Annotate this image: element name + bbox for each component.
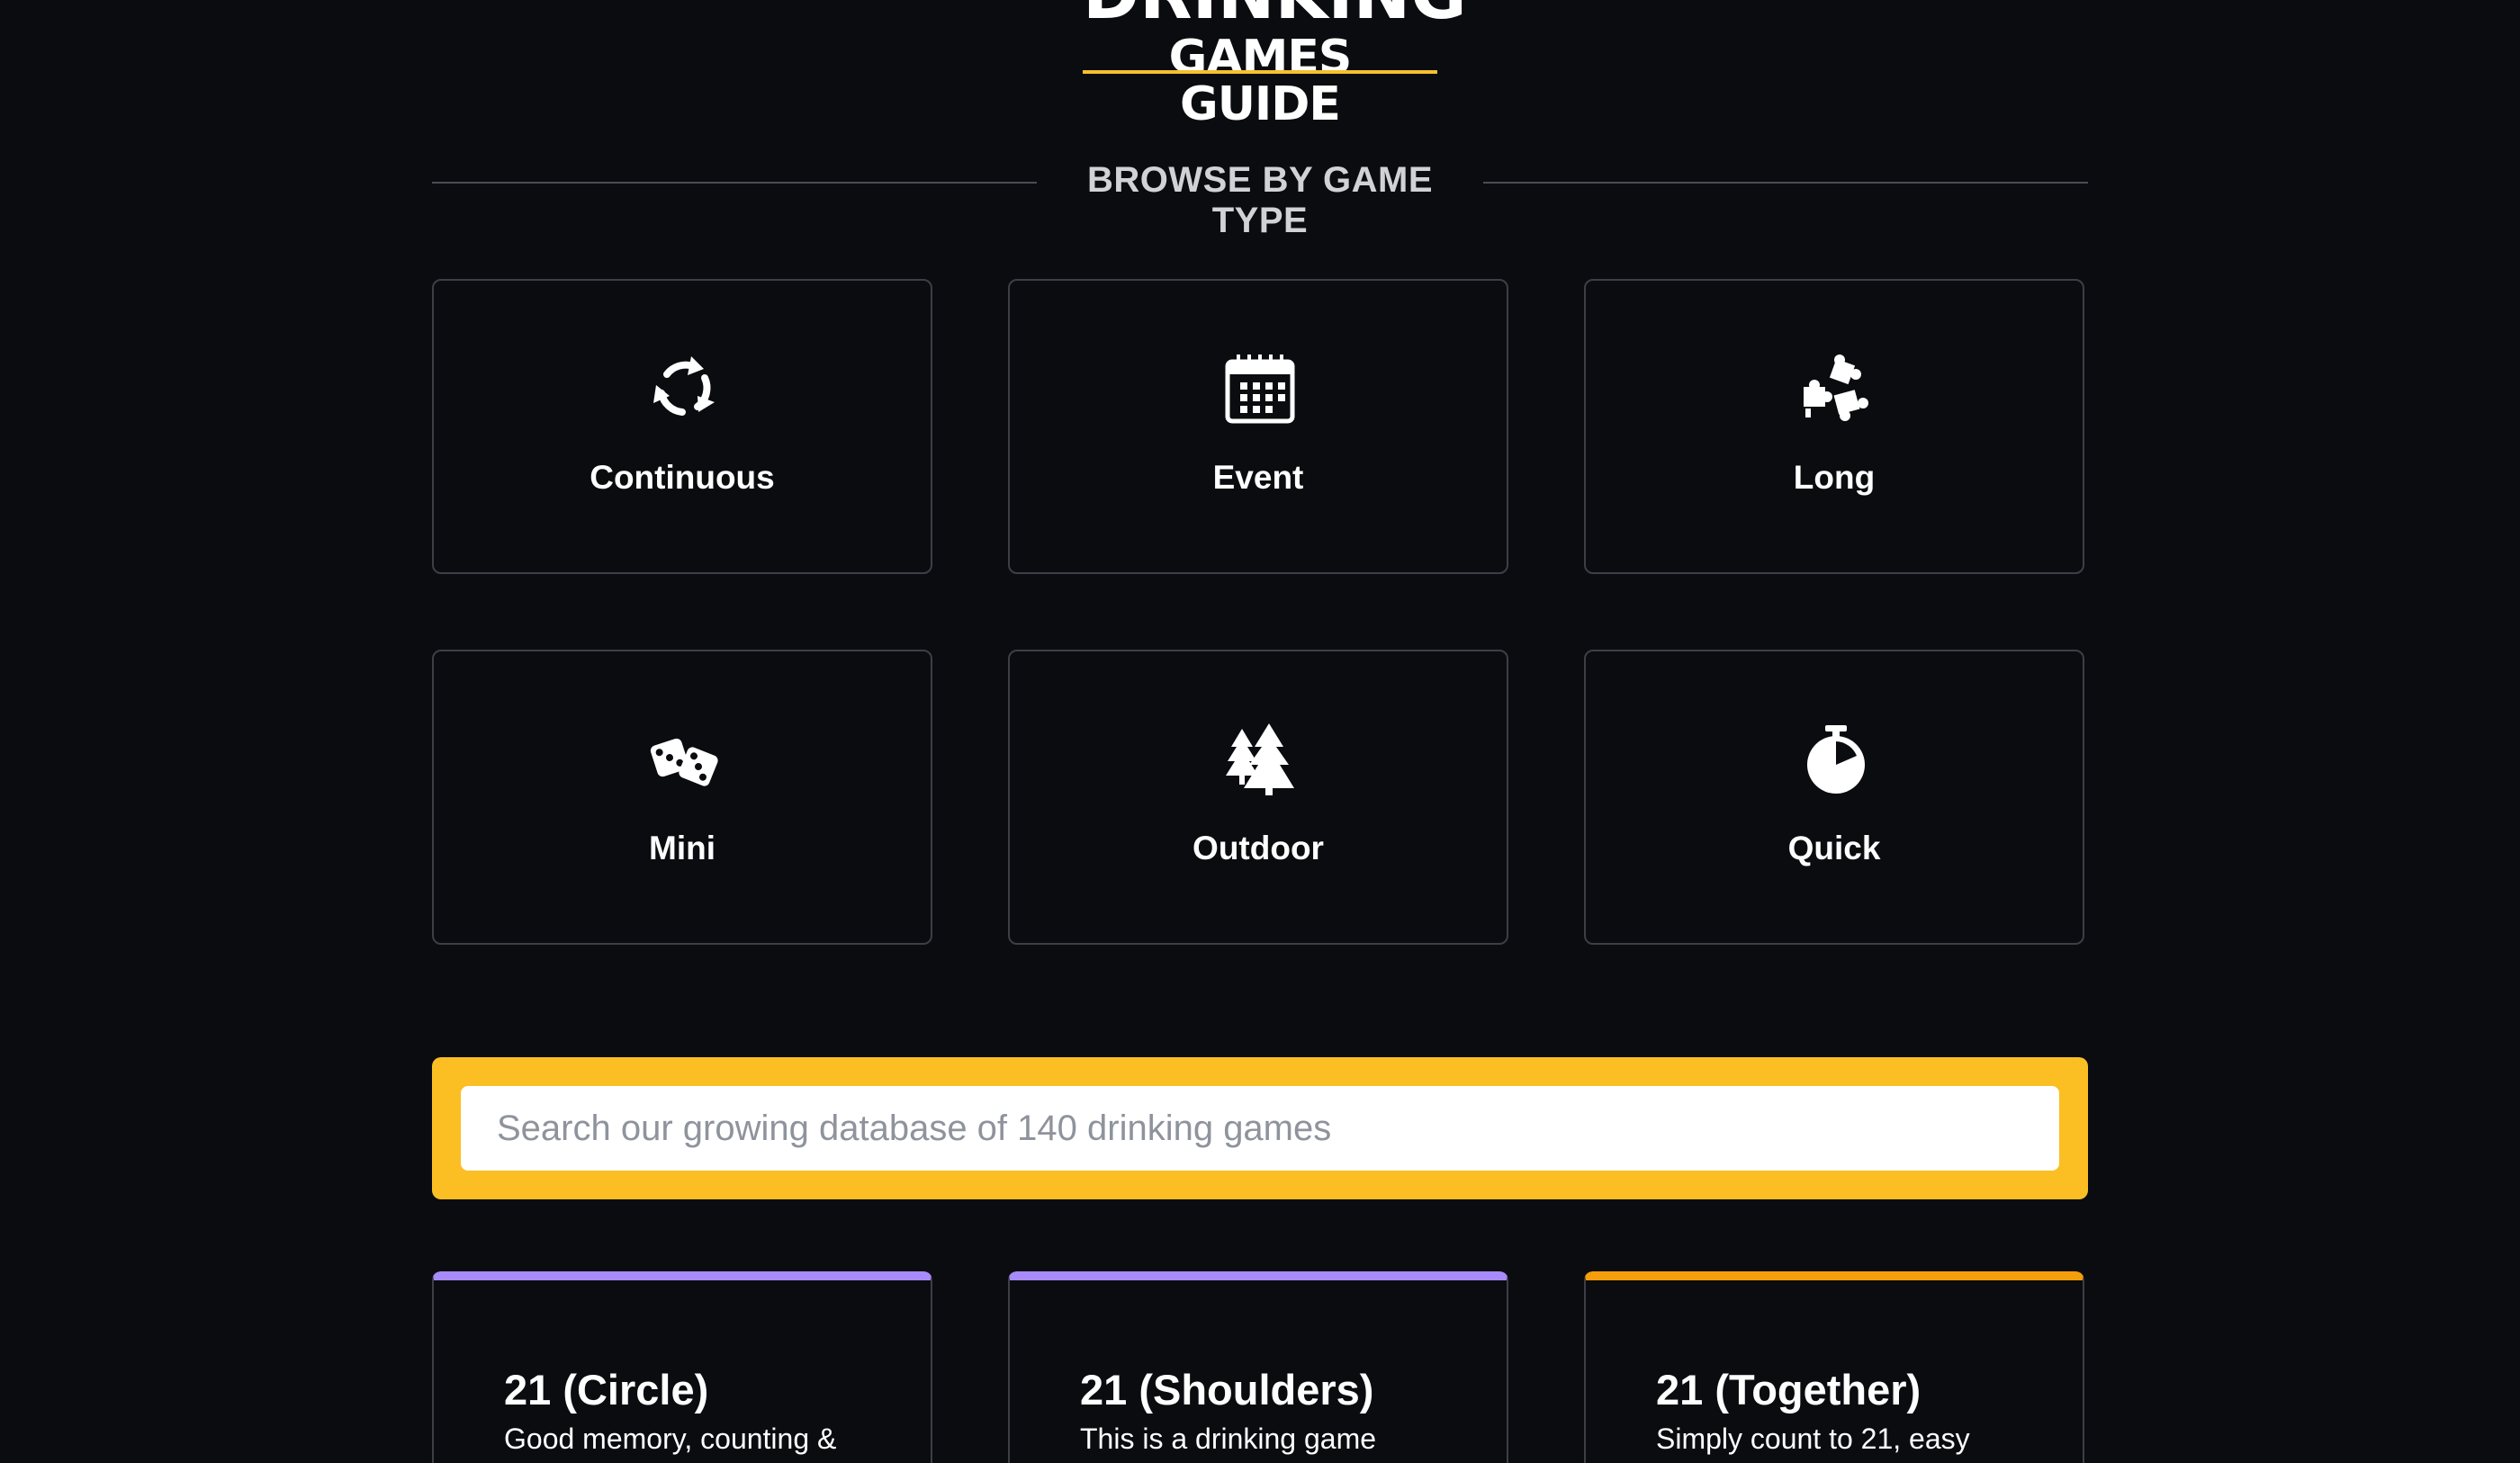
game-description: Simply count to 21, easy <box>1656 1423 1970 1455</box>
game-description: This is a drinking game <box>1080 1423 1377 1455</box>
browse-heading: BROWSE BY GAME TYPE <box>432 151 2088 240</box>
game-card-21-together[interactable]: 21 (Together) Simply count to 21, easy <box>1584 1271 2084 1463</box>
category-label: Quick <box>1787 830 1881 866</box>
category-card-quick[interactable]: Quick <box>1584 650 2084 945</box>
category-card-mini[interactable]: Mini <box>432 650 932 945</box>
heading-divider-left <box>432 182 1037 184</box>
browse-heading-title: BROWSE BY GAME TYPE <box>1086 160 1434 240</box>
category-card-continuous[interactable]: Continuous <box>432 279 932 574</box>
heading-divider-right <box>1483 182 2088 184</box>
puzzle-icon <box>1804 355 1868 421</box>
page: DRINKING GAMES GUIDE BROWSE BY GAME TYPE… <box>0 0 2520 1463</box>
category-card-event[interactable]: Event <box>1008 279 1508 574</box>
category-label: Outdoor <box>1192 830 1324 866</box>
game-title: 21 (Together) <box>1656 1366 1922 1414</box>
dice-icon <box>650 738 718 786</box>
category-label: Long <box>1793 459 1876 496</box>
logo-underline <box>1083 70 1437 74</box>
search-input[interactable] <box>461 1086 2059 1171</box>
logo-line-2: GAMES GUIDE <box>1168 31 1353 131</box>
game-title: 21 (Shoulders) <box>1080 1366 1374 1414</box>
game-title: 21 (Circle) <box>504 1366 709 1414</box>
category-label: Mini <box>649 830 716 866</box>
category-card-outdoor[interactable]: Outdoor <box>1008 650 1508 945</box>
category-label: Event <box>1212 459 1304 496</box>
trees-icon <box>1226 723 1294 795</box>
game-card-21-shoulders[interactable]: 21 (Shoulders) This is a drinking game <box>1008 1271 1508 1463</box>
site-logo[interactable]: DRINKING GAMES GUIDE <box>1083 0 1467 131</box>
logo-line-1: DRINKING <box>1083 0 1467 34</box>
refresh-icon <box>653 356 715 416</box>
game-description: Good memory, counting & <box>504 1423 837 1455</box>
category-label: Continuous <box>590 459 775 496</box>
game-card-21-circle[interactable]: 21 (Circle) Good memory, counting & <box>432 1271 932 1463</box>
category-card-long[interactable]: Long <box>1584 279 2084 574</box>
stopwatch-icon <box>1807 725 1865 794</box>
search-panel <box>432 1057 2088 1199</box>
calendar-icon <box>1225 355 1295 424</box>
